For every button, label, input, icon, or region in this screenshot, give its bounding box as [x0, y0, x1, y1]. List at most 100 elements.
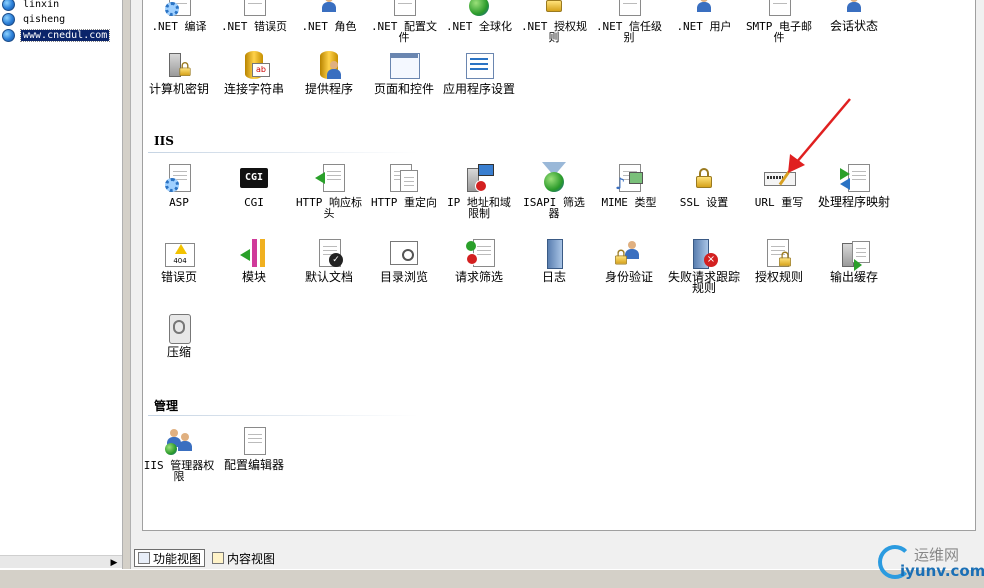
feature-handler-mappings[interactable]: 处理程序映射 — [818, 162, 890, 208]
tree-item-qisheng[interactable]: qisheng — [2, 12, 67, 26]
feature-ip-restrictions[interactable]: IP 地址和域限制 — [443, 162, 515, 219]
content-view-tab[interactable]: 内容视图 — [209, 549, 278, 567]
net-trust-levels-icon — [613, 0, 645, 18]
group-title-management: 管理 — [154, 399, 179, 413]
feature-smtp-email[interactable]: SMTP 电子邮件 — [743, 0, 815, 43]
feature-connection-strings[interactable]: ab 连接字符串 — [218, 49, 290, 95]
feature-authorization-rules[interactable]: 授权规则 — [743, 237, 815, 283]
feature-label: .NET 配置文件 — [370, 20, 438, 44]
connection-strings-icon: ab — [238, 49, 270, 81]
feature-http-headers[interactable]: HTTP 响应标头 — [293, 162, 365, 219]
net-globalization-icon — [463, 0, 495, 18]
url-rewrite-icon — [763, 162, 796, 194]
error-code-badge: 404 — [173, 257, 187, 265]
view-switcher-bar: 功能视图 内容视图 — [131, 545, 984, 569]
feature-label: IIS 管理器权限 — [143, 459, 215, 483]
feature-label: .NET 信任级别 — [595, 20, 663, 44]
ssl-settings-icon — [688, 162, 720, 194]
feature-cgi[interactable]: CGI CGI — [218, 162, 290, 208]
net-error-pages-icon — [238, 0, 270, 18]
net-compile-icon — [163, 0, 195, 18]
feature-machine-key[interactable]: 计算机密钥 — [143, 49, 215, 95]
feature-label: 页面和控件 — [373, 82, 434, 96]
feature-request-filtering[interactable]: 请求筛选 — [443, 237, 515, 283]
feature-net-compile[interactable]: .NET 编译 — [143, 0, 215, 32]
connections-tree: linxin qisheng www.cnedul.com ▶ — [0, 0, 122, 568]
smtp-email-icon — [763, 0, 795, 18]
tree-item-linxin[interactable]: linxin — [2, 0, 61, 11]
feature-label: IP 地址和域限制 — [447, 196, 511, 220]
feature-error-pages[interactable]: 404 错误页 — [143, 237, 215, 283]
feature-net-roles[interactable]: .NET 角色 — [293, 0, 365, 32]
request-filtering-icon — [463, 237, 495, 269]
feature-net-profile[interactable]: .NET 配置文件 — [368, 0, 440, 43]
feature-default-document[interactable]: ✓ 默认文档 — [293, 237, 365, 283]
tree-item-label: linxin — [23, 0, 60, 10]
site-globe-icon — [2, 28, 15, 42]
http-redirect-icon — [388, 162, 420, 194]
feature-logging[interactable]: 日志 — [518, 237, 590, 283]
feature-providers[interactable]: 提供程序 — [293, 49, 365, 95]
feature-label: .NET 授权规则 — [520, 20, 588, 44]
feature-label: 模块 — [241, 270, 266, 284]
feature-net-trust-levels[interactable]: .NET 信任级别 — [593, 0, 665, 43]
net-authorization-icon — [538, 0, 570, 18]
feature-compression[interactable]: 压缩 — [143, 312, 215, 358]
directory-browsing-icon — [388, 237, 420, 269]
pane-splitter[interactable] — [122, 0, 131, 569]
feature-label: CGI — [244, 196, 264, 209]
pages-controls-icon — [388, 49, 420, 81]
site-globe-icon — [2, 12, 15, 26]
feature-directory-browsing[interactable]: 目录浏览 — [368, 237, 440, 283]
compression-icon — [163, 312, 195, 344]
feature-ssl-settings[interactable]: SSL 设置 — [668, 162, 740, 208]
feature-label: ISAPI 筛选器 — [523, 196, 585, 220]
feature-failed-request-tracing[interactable]: × 失败请求跟踪规则 — [668, 237, 740, 294]
feature-label: SMTP 电子邮件 — [745, 20, 813, 44]
site-globe-icon — [2, 0, 15, 11]
feature-asp[interactable]: ASP — [143, 162, 215, 208]
feature-label: 计算机密钥 — [148, 82, 209, 96]
feature-http-redirect[interactable]: HTTP 重定向 — [368, 162, 440, 208]
feature-label: .NET 全球化 — [445, 20, 513, 33]
feature-isapi-filters[interactable]: ISAPI 筛选器 — [518, 162, 590, 219]
tree-horizontal-scrollbar[interactable]: ▶ — [0, 555, 122, 568]
feature-label: 身份验证 — [604, 270, 653, 284]
feature-label: 错误页 — [160, 270, 197, 284]
machine-key-icon — [163, 49, 195, 81]
scroll-right-arrow-icon[interactable]: ▶ — [108, 557, 120, 568]
feature-label: 目录浏览 — [379, 270, 428, 284]
feature-iis-manager-permissions[interactable]: IIS 管理器权限 — [143, 425, 215, 482]
asp-icon — [163, 162, 195, 194]
tree-item-cnedul[interactable]: www.cnedul.com — [2, 28, 111, 42]
feature-label: .NET 用户 — [676, 20, 732, 33]
feature-modules[interactable]: 模块 — [218, 237, 290, 283]
feature-net-globalization[interactable]: .NET 全球化 — [443, 0, 515, 32]
feature-net-authorization[interactable]: .NET 授权规则 — [518, 0, 590, 43]
group-divider — [148, 415, 418, 416]
feature-authentication[interactable]: 身份验证 — [593, 237, 665, 283]
feature-configuration-editor[interactable]: 配置编辑器 — [218, 425, 290, 471]
features-view-tab[interactable]: 功能视图 — [134, 549, 206, 567]
isapi-filters-icon — [538, 162, 570, 194]
error-pages-icon: 404 — [163, 237, 195, 269]
feature-net-users[interactable]: .NET 用户 — [668, 0, 740, 32]
feature-label: 授权规则 — [754, 270, 803, 284]
feature-app-settings[interactable]: 应用程序设置 — [443, 49, 515, 95]
tree-item-label: qisheng — [23, 13, 66, 25]
modules-icon — [238, 237, 270, 269]
cgi-badge: CGI — [240, 168, 268, 188]
feature-output-caching[interactable]: 输出缓存 — [818, 237, 890, 283]
feature-pages-controls[interactable]: 页面和控件 — [368, 49, 440, 95]
feature-label: 压缩 — [166, 345, 191, 359]
failed-request-tracing-icon: × — [688, 237, 720, 269]
feature-label: HTTP 响应标头 — [295, 196, 363, 220]
feature-label: 失败请求跟踪规则 — [668, 270, 741, 295]
feature-net-error-pages[interactable]: .NET 错误页 — [218, 0, 290, 32]
authentication-icon — [613, 237, 645, 269]
feature-url-rewrite[interactable]: URL 重写 — [743, 162, 815, 208]
feature-session-state[interactable]: 会话状态 — [818, 0, 890, 32]
feature-mime-types[interactable]: ♪ MIME 类型 — [593, 162, 665, 208]
tree-item-label: www.cnedul.com — [19, 28, 111, 42]
feature-label: .NET 角色 — [301, 20, 357, 33]
